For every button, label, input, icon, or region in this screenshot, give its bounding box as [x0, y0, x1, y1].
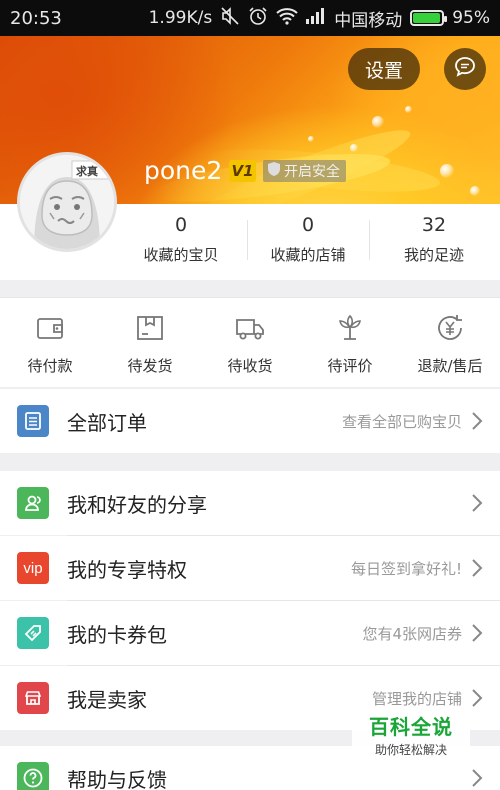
enable-safety-badge[interactable]: 开启安全 — [263, 160, 346, 182]
order-label: 待收货 — [227, 357, 273, 375]
chevron-right-icon — [470, 622, 484, 644]
order-refund-aftersale[interactable]: 退款/售后 — [400, 298, 500, 388]
row-title: 全部订单 — [67, 411, 147, 435]
chevron-right-icon — [470, 557, 484, 579]
friend-share-icon — [17, 487, 49, 519]
row-title: 我的专享特权 — [67, 558, 187, 582]
settings-button[interactable]: 设置 — [348, 48, 420, 90]
stat-count: 0 — [301, 214, 315, 236]
exclusive-privilege-row[interactable]: vip 我的专享特权 每日签到拿好礼! — [0, 536, 500, 600]
battery-percent: 95% — [452, 8, 490, 28]
order-label: 待付款 — [27, 357, 73, 375]
wallet-icon — [34, 312, 66, 344]
all-orders-row[interactable]: 全部订单 查看全部已购宝贝 — [0, 389, 500, 453]
stat-label: 收藏的宝贝 — [143, 246, 219, 264]
alarm-icon — [248, 6, 268, 31]
wifi-icon — [276, 7, 298, 30]
chevron-right-icon — [470, 492, 484, 514]
vip-level-badge[interactable]: V1 — [229, 160, 256, 182]
order-pending-payment[interactable]: 待付款 — [0, 298, 100, 388]
coupon-icon — [17, 617, 49, 649]
row-title: 帮助与反馈 — [67, 768, 167, 790]
order-label: 待评价 — [327, 357, 373, 375]
order-label: 退款/售后 — [417, 357, 483, 375]
signal-icon — [306, 7, 326, 29]
stat-count: 0 — [174, 214, 188, 236]
row-title: 我是卖家 — [67, 688, 147, 712]
mute-icon — [220, 6, 240, 31]
row-hint: 管理我的店铺 — [371, 690, 462, 708]
stat-divider — [369, 220, 370, 260]
order-list-icon — [17, 405, 49, 437]
avatar[interactable]: 求真 — [17, 152, 117, 252]
friend-share-row[interactable]: 我和好友的分享 — [0, 471, 500, 535]
row-title: 我和好友的分享 — [67, 493, 207, 517]
status-time: 20:53 — [10, 7, 62, 29]
safety-label: 开启安全 — [284, 164, 340, 180]
status-bar: 20:53 1.99K/s 中国移动 95% — [0, 0, 500, 36]
stat-label: 我的足迹 — [403, 246, 464, 264]
battery-icon — [410, 10, 448, 26]
yuan-return-icon — [434, 312, 466, 344]
chevron-right-icon — [470, 410, 484, 432]
row-hint: 每日签到拿好礼! — [350, 560, 462, 578]
question-icon — [17, 762, 49, 790]
order-label: 待发货 — [127, 357, 173, 375]
truck-icon — [234, 312, 266, 344]
order-pending-shipment[interactable]: 待发货 — [100, 298, 200, 388]
row-hint: 查看全部已购宝贝 — [341, 413, 462, 431]
stat-favorite-shops[interactable]: 0 收藏的店铺 — [247, 212, 369, 265]
row-title: 我的卡券包 — [67, 623, 167, 647]
coupon-wallet-row[interactable]: 我的卡券包 您有4张网店券 — [0, 601, 500, 665]
shop-icon — [17, 682, 49, 714]
message-button[interactable] — [444, 48, 486, 90]
settings-label: 设置 — [364, 59, 403, 82]
order-pending-receipt[interactable]: 待收货 — [200, 298, 300, 388]
stat-count: 32 — [421, 214, 447, 236]
row-hint: 您有4张网店券 — [362, 625, 462, 643]
watermark: 百科全说 助你轻松解决 — [352, 712, 470, 764]
watermark-subtitle: 助你轻松解决 — [374, 743, 447, 757]
flower-icon — [334, 312, 366, 344]
chevron-right-icon — [470, 767, 484, 789]
package-icon — [134, 312, 166, 344]
watermark-title: 百科全说 — [369, 715, 453, 739]
shield-icon — [267, 161, 281, 181]
vip-icon: vip — [17, 552, 49, 584]
stat-label: 收藏的店铺 — [270, 246, 346, 264]
avatar-tag: 求真 — [76, 165, 98, 178]
network-speed: 1.99K/s — [148, 8, 213, 28]
stat-favorite-items[interactable]: 0 收藏的宝贝 — [120, 212, 242, 265]
chat-bubble-icon — [453, 55, 477, 84]
chevron-right-icon — [470, 687, 484, 709]
order-status-bar: 待付款 待发货 待收货 待评价 退款/售后 — [0, 297, 500, 387]
username: pone2 — [144, 156, 223, 185]
order-pending-review[interactable]: 待评价 — [300, 298, 400, 388]
stat-footprints[interactable]: 32 我的足迹 — [373, 212, 495, 265]
carrier-name: 中国移动 — [334, 10, 403, 31]
